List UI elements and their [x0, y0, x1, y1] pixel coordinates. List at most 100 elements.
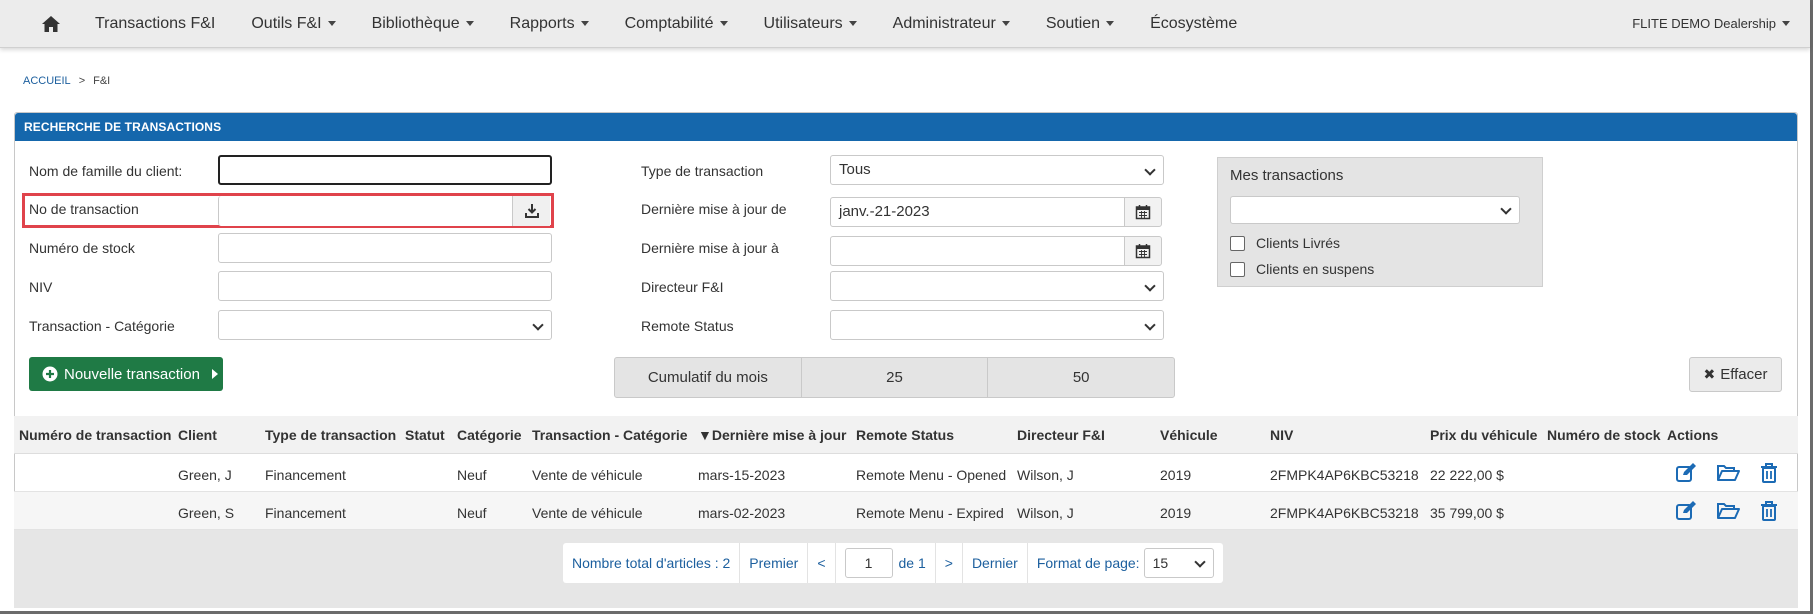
nav-utilisateurs[interactable]: Utilisateurs	[746, 0, 875, 48]
folder-open-icon[interactable]	[1716, 500, 1740, 522]
last-name-label: Nom de famille du client:	[29, 163, 183, 179]
cumulative-value-2: 50	[1072, 369, 1090, 386]
cell-fi-manager: Wilson, J	[1017, 467, 1074, 483]
monthly-cumulative: Cumulatif du mois 25 50	[614, 357, 1175, 398]
nav-outils-fi[interactable]: Outils F&I	[233, 0, 353, 48]
my-deals-select[interactable]	[1230, 196, 1520, 224]
cell-category: Neuf	[457, 505, 487, 521]
updated-to-input[interactable]	[830, 236, 1126, 266]
caret-down-icon	[848, 21, 857, 26]
fi-manager-select[interactable]	[830, 271, 1164, 301]
last-page-link[interactable]: Dernier	[963, 543, 1028, 583]
page-number-group: 1 de 1	[836, 543, 936, 583]
new-deal-button[interactable]: Nouvelle transaction	[29, 357, 223, 391]
table-header: Numéro de transaction Client Type de tra…	[14, 416, 1798, 454]
cell-remote-status: Remote Menu - Opened	[856, 467, 1007, 483]
nav-bibliotheque[interactable]: Bibliothèque	[354, 0, 492, 48]
calendar-icon	[1135, 205, 1151, 220]
trash-icon[interactable]	[1759, 500, 1781, 522]
col-client[interactable]: Client	[178, 427, 217, 443]
vin-input[interactable]	[218, 271, 552, 301]
edit-icon[interactable]	[1675, 462, 1697, 484]
nav-rapports[interactable]: Rapports	[492, 0, 607, 48]
cell-deal-category: Vente de véhicule	[532, 467, 643, 483]
col-deal-number[interactable]: Numéro de transaction	[19, 427, 171, 443]
deal-type-select[interactable]: Tous	[830, 155, 1164, 185]
cell-vin: 2FMPK4AP6KBC53218	[1270, 505, 1419, 521]
page-size-label: Format de page:	[1036, 555, 1140, 571]
table-row[interactable]: Green, S Financement Neuf Vente de véhic…	[14, 492, 1798, 530]
page-number-input[interactable]: 1	[844, 548, 893, 578]
prev-page-link[interactable]: <	[808, 543, 836, 583]
stock-number-input[interactable]	[218, 233, 552, 263]
home-icon[interactable]	[25, 0, 77, 48]
caret-down-icon	[327, 21, 336, 26]
col-status[interactable]: Statut	[405, 427, 445, 443]
caret-right-icon	[211, 369, 218, 379]
plus-circle-icon	[42, 366, 58, 382]
col-deal-type[interactable]: Type de transaction	[265, 427, 396, 443]
page-count: de 1	[898, 555, 926, 571]
deal-number-input[interactable]	[218, 196, 550, 226]
dealer-menu[interactable]: FLITE DEMO Dealership	[1632, 16, 1790, 31]
cell-deal-type: Financement	[265, 505, 346, 521]
page-size-select[interactable]: 15	[1143, 548, 1214, 578]
my-deals-box: Mes transactions Clients Livrés Clients …	[1217, 157, 1543, 287]
col-deal-category[interactable]: Transaction - Catégorie	[532, 427, 688, 443]
clear-button[interactable]: ✖ Effacer	[1689, 357, 1782, 392]
last-name-input[interactable]	[218, 155, 552, 185]
panel-title: RECHERCHE DE TRANSACTIONS	[15, 113, 1797, 141]
breadcrumb-home-link[interactable]: ACCUEIL	[23, 75, 71, 87]
download-button[interactable]	[512, 196, 550, 226]
nav-ecosysteme[interactable]: Écosystème	[1132, 0, 1255, 48]
results-table: Numéro de transaction Client Type de tra…	[14, 416, 1798, 530]
cell-fi-manager: Wilson, J	[1017, 505, 1074, 521]
cell-vehicle: 2019	[1160, 467, 1192, 483]
col-vin[interactable]: NIV	[1270, 427, 1293, 443]
updated-from-input[interactable]: janv.-21-2023	[830, 197, 1126, 227]
first-page-link[interactable]: Premier	[740, 543, 809, 583]
breadcrumb-separator: >	[78, 75, 86, 87]
col-vehicle-price[interactable]: Prix du véhicule	[1430, 427, 1537, 443]
folder-open-icon[interactable]	[1716, 462, 1740, 484]
updated-to-label: Dernière mise à jour à	[641, 240, 779, 256]
total-items: Nombre total d'articles : 2	[563, 543, 741, 583]
caret-down-icon	[1001, 21, 1010, 26]
delivered-checkbox[interactable]	[1230, 236, 1245, 251]
chevron-down-icon	[1144, 164, 1156, 176]
calendar-button[interactable]	[1124, 236, 1162, 266]
category-select[interactable]	[218, 310, 552, 340]
stock-number-label: Numéro de stock	[29, 240, 135, 256]
remote-status-label: Remote Status	[641, 318, 734, 334]
col-remote-status[interactable]: Remote Status	[856, 427, 954, 443]
nav-comptabilite[interactable]: Comptabilité	[607, 0, 746, 48]
close-icon: ✖	[1703, 366, 1716, 382]
table-row[interactable]: Green, J Financement Neuf Vente de véhic…	[14, 454, 1798, 492]
caret-down-icon	[719, 21, 728, 26]
cumulative-label: Cumulatif du mois	[615, 358, 802, 397]
col-fi-manager[interactable]: Directeur F&I	[1017, 427, 1105, 443]
trash-icon[interactable]	[1759, 462, 1781, 484]
cell-vin: 2FMPK4AP6KBC53218	[1270, 467, 1419, 483]
pagination: Nombre total d'articles : 2 Premier < 1 …	[563, 543, 1223, 583]
cell-last-updated: mars-15-2023	[698, 467, 786, 483]
pending-checkbox[interactable]	[1230, 262, 1245, 277]
col-vehicle[interactable]: Véhicule	[1160, 427, 1218, 443]
caret-down-icon	[465, 21, 474, 26]
edit-icon[interactable]	[1675, 500, 1697, 522]
remote-status-select[interactable]	[830, 310, 1164, 340]
chevron-down-icon	[532, 319, 544, 331]
next-page-link[interactable]: >	[936, 543, 963, 583]
cell-last-updated: mars-02-2023	[698, 505, 786, 521]
breadcrumb-current: F&I	[93, 75, 111, 87]
nav-soutien[interactable]: Soutien	[1028, 0, 1132, 48]
col-last-updated[interactable]: ▼Dernière mise à jour	[698, 427, 846, 443]
page-size-group: Format de page: 15	[1028, 543, 1223, 583]
calendar-button[interactable]	[1124, 197, 1162, 227]
cell-vehicle: 2019	[1160, 505, 1192, 521]
col-category[interactable]: Catégorie	[457, 427, 522, 443]
nav-transactions-fi[interactable]: Transactions F&I	[77, 0, 233, 48]
nav-administrateur[interactable]: Administrateur	[875, 0, 1028, 48]
delivered-label: Clients Livrés	[1256, 235, 1341, 251]
col-stock-number[interactable]: Numéro de stock	[1547, 427, 1661, 443]
